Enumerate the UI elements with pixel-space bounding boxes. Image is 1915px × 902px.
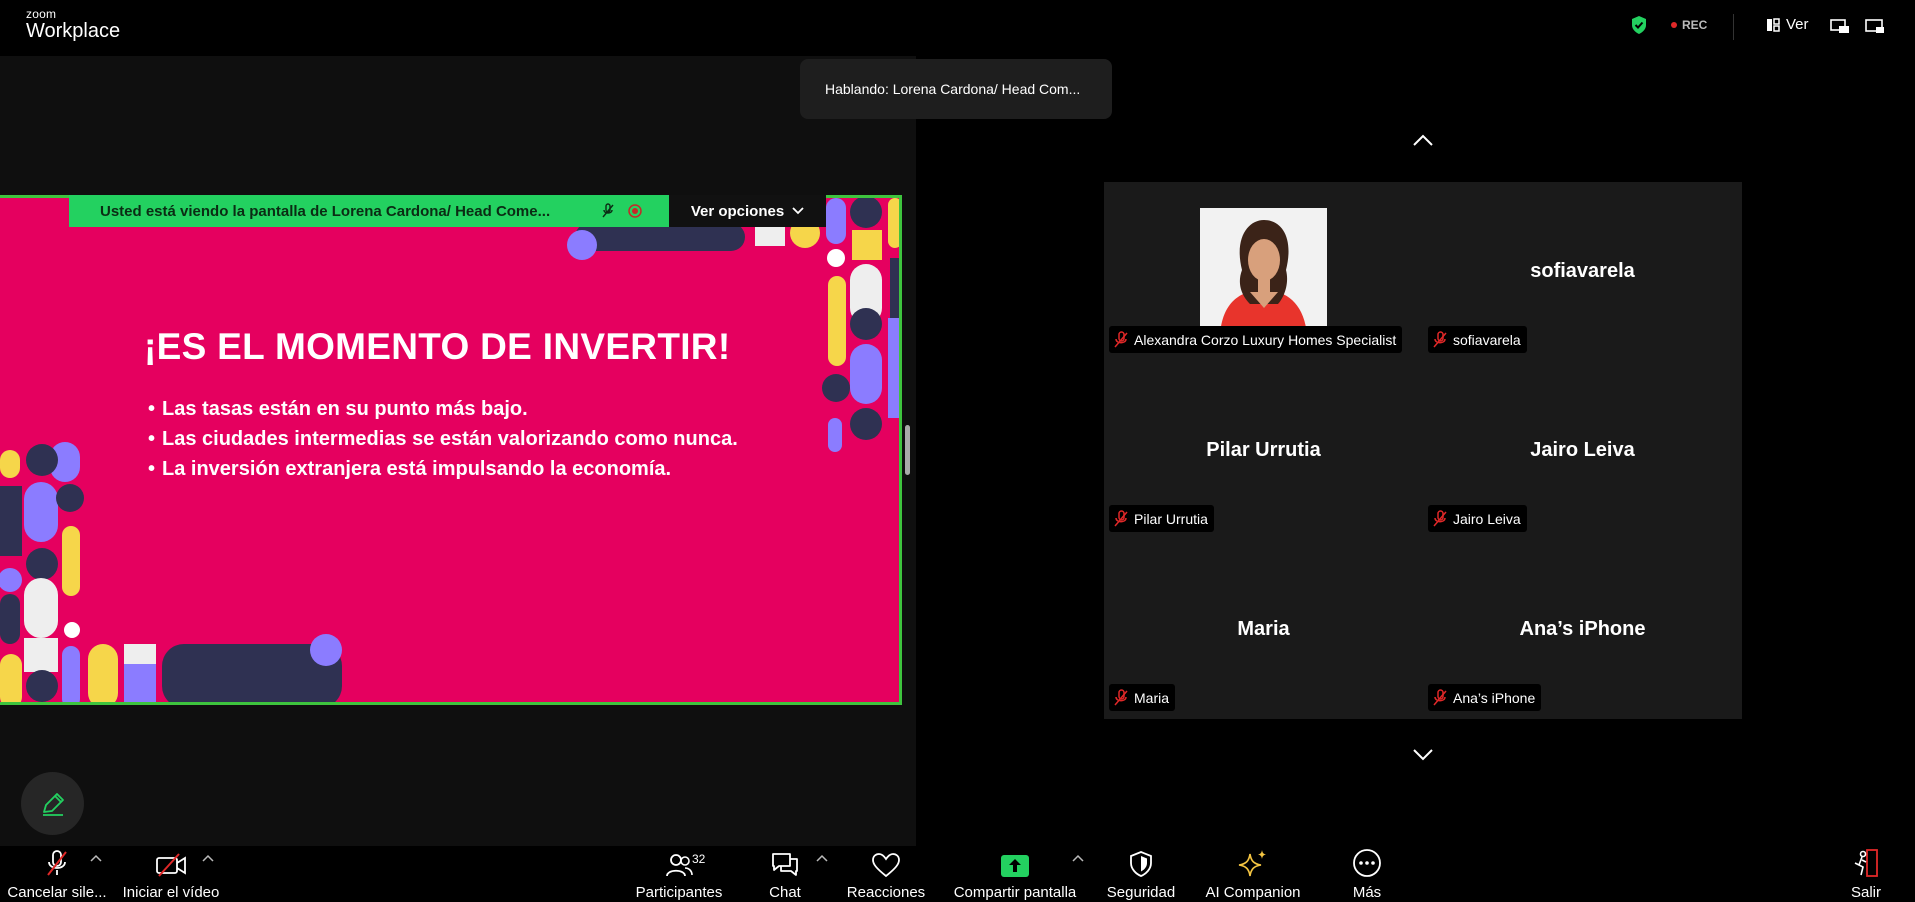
- participant-name: Pilar Urrutia: [1134, 510, 1208, 527]
- participant-nametag: sofiavarela: [1428, 326, 1527, 353]
- chevron-up-icon[interactable]: [1412, 133, 1434, 147]
- heart-icon: [872, 853, 900, 878]
- participant-nametag: Maria: [1109, 684, 1176, 711]
- ai-companion-button[interactable]: AI Companion: [1200, 846, 1306, 902]
- portrait-image: [1200, 208, 1327, 335]
- logo-small-text: zoom: [26, 7, 57, 21]
- security-shield-icon: [1130, 851, 1152, 877]
- leave-door-icon: [1854, 849, 1878, 877]
- participants-icon: [666, 854, 693, 877]
- view-button[interactable]: Ver: [1766, 16, 1809, 33]
- muted-mic-icon: [1433, 509, 1447, 526]
- slide-title: ¡ES EL MOMENTO DE INVERTIR!: [144, 326, 731, 367]
- muted-mic-icon: [47, 850, 67, 876]
- viewing-screen-text: Usted está viendo la pantalla de Lorena …: [100, 202, 551, 220]
- participant-tile[interactable]: Maria Maria: [1104, 540, 1423, 719]
- security-button[interactable]: Seguridad: [1100, 846, 1182, 902]
- picture-in-picture-icon[interactable]: [1830, 18, 1850, 34]
- muted-mic-icon: [602, 203, 614, 218]
- view-options-button[interactable]: Ver opciones: [669, 195, 826, 227]
- chevron-up-icon[interactable]: [1072, 854, 1084, 862]
- unmute-label: Cancelar sile...: [7, 884, 107, 901]
- shared-slide: ¡ES EL MOMENTO DE INVERTIR! Las tasas es…: [0, 195, 902, 705]
- recording-dot-icon: [1671, 22, 1677, 28]
- participant-tile[interactable]: Pilar Urrutia Pilar Urrutia: [1104, 361, 1423, 540]
- shield-check-icon[interactable]: [1630, 15, 1648, 35]
- participant-nametag: Jairo Leiva: [1428, 505, 1527, 532]
- participant-name: Alexandra Corzo Luxury Homes Specialist: [1134, 331, 1397, 348]
- share-screen-button[interactable]: Compartir pantalla: [950, 846, 1080, 902]
- slide-bullets: Las tasas están en su punto más bajo. La…: [162, 394, 738, 484]
- minimize-window-icon[interactable]: [1865, 18, 1885, 34]
- share-screen-icon: [1001, 855, 1029, 877]
- muted-mic-icon: [1114, 509, 1128, 526]
- leave-label: Salir: [1850, 884, 1881, 901]
- slide-bullet: La inversión extranjera está impulsando …: [162, 454, 738, 484]
- muted-mic-icon: [1114, 330, 1128, 347]
- muted-mic-icon: [1433, 330, 1447, 347]
- chevron-up-icon[interactable]: [816, 854, 828, 862]
- ai-companion-label: AI Companion: [1205, 884, 1301, 901]
- muted-mic-icon: [1114, 688, 1128, 705]
- participant-tile[interactable]: Alexandra Corzo Luxury Homes Specialist: [1104, 182, 1423, 361]
- pencil-icon: [42, 792, 64, 816]
- participants-label: Participantes: [635, 884, 723, 901]
- grid-view-icon: [1767, 17, 1780, 32]
- slide-bullet: Las tasas están en su punto más bajo.: [162, 394, 738, 424]
- zoom-meeting-window: zoom Workplace REC Ver ¡ES EL MOMENTO DE…: [0, 0, 1915, 902]
- sparkle-icon: [1238, 850, 1266, 877]
- more-button[interactable]: Más: [1338, 846, 1396, 902]
- participant-gallery: Alexandra Corzo Luxury Homes Specialist …: [1104, 182, 1742, 719]
- recording-indicator[interactable]: REC: [1671, 18, 1707, 32]
- chevron-down-icon: [792, 207, 804, 215]
- chat-button[interactable]: Chat: [754, 846, 816, 902]
- more-icon: [1353, 849, 1381, 877]
- chevron-up-icon[interactable]: [90, 854, 102, 862]
- share-screen-label: Compartir pantalla: [953, 884, 1077, 901]
- chat-label: Chat: [769, 884, 801, 901]
- participant-tile[interactable]: sofiavarela sofiavarela: [1423, 182, 1742, 361]
- participant-name: sofiavarela: [1453, 331, 1521, 348]
- topbar-divider: [1733, 14, 1734, 40]
- view-options-label: Ver opciones: [690, 202, 785, 220]
- slide-bullet: Las ciudades intermedias se están valori…: [162, 424, 738, 454]
- reactions-button[interactable]: Reacciones: [846, 846, 926, 902]
- top-bar: zoom Workplace REC Ver: [0, 0, 1915, 56]
- panel-resize-handle[interactable]: [905, 425, 910, 475]
- start-video-label: Iniciar el vídeo: [122, 884, 220, 901]
- muted-mic-icon: [1433, 688, 1447, 705]
- participant-nametag: Alexandra Corzo Luxury Homes Specialist: [1109, 326, 1403, 353]
- chat-icon: [772, 853, 798, 876]
- participant-name: Jairo Leiva: [1453, 510, 1521, 527]
- view-label: Ver: [1786, 16, 1809, 33]
- logo-big-text: Workplace: [26, 20, 121, 42]
- participant-tile[interactable]: Ana’s iPhone Ana’s iPhone: [1423, 540, 1742, 719]
- participant-tile[interactable]: Jairo Leiva Jairo Leiva: [1423, 361, 1742, 540]
- participant-nametag: Pilar Urrutia: [1109, 505, 1214, 532]
- meeting-toolbar: Cancelar sile... Iniciar el vídeo Partic…: [0, 846, 1915, 902]
- active-speaker-indicator: Hablando: Lorena Cardona/ Head Com...: [800, 59, 1112, 119]
- participant-photo: [1200, 208, 1327, 335]
- recording-status-icon: [628, 204, 642, 218]
- rec-label: REC: [1682, 18, 1708, 32]
- participant-name: Maria: [1134, 689, 1170, 706]
- leave-button[interactable]: Salir: [1846, 846, 1886, 902]
- participants-button[interactable]: Participantes: [632, 846, 726, 902]
- chevron-down-icon[interactable]: [1412, 748, 1434, 762]
- annotate-button[interactable]: [21, 772, 84, 835]
- participant-name: Ana’s iPhone: [1453, 689, 1536, 706]
- more-label: Más: [1352, 884, 1382, 901]
- video-off-icon: [156, 853, 186, 877]
- participants-count: 32: [692, 852, 706, 866]
- chevron-up-icon[interactable]: [202, 854, 214, 862]
- reactions-label: Reacciones: [846, 884, 926, 901]
- zoom-workplace-logo: zoom Workplace: [26, 8, 120, 42]
- participant-nametag: Ana’s iPhone: [1428, 684, 1542, 711]
- security-label: Seguridad: [1106, 884, 1176, 901]
